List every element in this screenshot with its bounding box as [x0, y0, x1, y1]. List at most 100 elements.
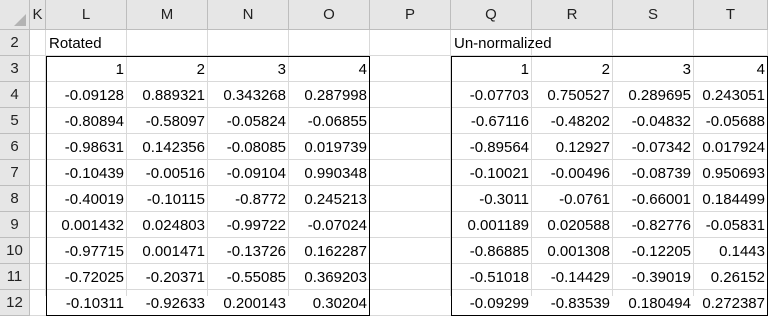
left-block-value-cell[interactable]: -0.10115 — [127, 186, 208, 212]
left-block-value-cell[interactable]: -0.80894 — [46, 108, 127, 134]
column-header-r[interactable]: R — [532, 0, 613, 30]
column-header-o[interactable]: O — [289, 0, 370, 30]
right-block-value-cell[interactable]: 0.184499 — [694, 186, 768, 212]
left-block-value-cell[interactable]: 0.30204 — [289, 290, 370, 316]
right-block-title[interactable]: Un-normalized — [451, 30, 552, 56]
left-block-value-cell[interactable]: 0.343268 — [208, 82, 289, 108]
right-block-value-cell[interactable]: -0.12205 — [613, 238, 694, 264]
left-block-value-cell[interactable]: -0.72025 — [46, 264, 127, 290]
row-header-6[interactable]: 6 — [0, 134, 30, 160]
left-block-value-cell[interactable]: -0.58097 — [127, 108, 208, 134]
right-block-value-cell[interactable]: 0.12927 — [532, 134, 613, 160]
left-block-title[interactable]: Rotated — [46, 30, 127, 56]
right-block-value-cell[interactable]: 0.750527 — [532, 82, 613, 108]
right-block-value-cell[interactable]: 0.017924 — [694, 134, 768, 160]
left-block-value-cell[interactable]: -0.13726 — [208, 238, 289, 264]
left-block-value-cell[interactable]: -0.97715 — [46, 238, 127, 264]
row-header-7[interactable]: 7 — [0, 160, 30, 186]
left-block-value-cell[interactable]: -0.8772 — [208, 186, 289, 212]
left-block-value-cell[interactable]: 0.001471 — [127, 238, 208, 264]
right-block-value-cell[interactable]: 0.26152 — [694, 264, 768, 290]
left-block-value-cell[interactable]: -0.10439 — [46, 160, 127, 186]
left-block-value-cell[interactable]: 0.990348 — [289, 160, 370, 186]
left-block-value-cell[interactable]: -0.05824 — [208, 108, 289, 134]
right-block-value-cell[interactable]: -0.67116 — [451, 108, 532, 134]
left-block-value-cell[interactable]: -0.98631 — [46, 134, 127, 160]
right-block-value-cell[interactable]: -0.08739 — [613, 160, 694, 186]
left-block-value-cell[interactable]: -0.09104 — [208, 160, 289, 186]
right-block-value-cell[interactable]: -0.3011 — [451, 186, 532, 212]
right-block-value-cell[interactable]: -0.07342 — [613, 134, 694, 160]
row-header-4[interactable]: 4 — [0, 82, 30, 108]
right-block-value-cell[interactable]: -0.09299 — [451, 290, 532, 316]
left-block-header[interactable]: 4 — [289, 56, 370, 82]
right-block-header[interactable]: 3 — [613, 56, 694, 82]
right-block-value-cell[interactable]: -0.04832 — [613, 108, 694, 134]
left-block-value-cell[interactable]: -0.07024 — [289, 212, 370, 238]
right-block-value-cell[interactable]: -0.00496 — [532, 160, 613, 186]
row-header-2[interactable]: 2 — [0, 30, 30, 56]
right-block-value-cell[interactable]: -0.86885 — [451, 238, 532, 264]
row-header-5[interactable]: 5 — [0, 108, 30, 134]
right-block-value-cell[interactable]: -0.82776 — [613, 212, 694, 238]
right-block-value-cell[interactable]: 0.180494 — [613, 290, 694, 316]
right-block-value-cell[interactable]: -0.51018 — [451, 264, 532, 290]
left-block-value-cell[interactable]: 0.162287 — [289, 238, 370, 264]
right-block-value-cell[interactable]: 0.001308 — [532, 238, 613, 264]
right-block-value-cell[interactable]: 0.289695 — [613, 82, 694, 108]
left-block-value-cell[interactable]: 0.889321 — [127, 82, 208, 108]
column-header-n[interactable]: N — [208, 0, 289, 30]
right-block-header[interactable]: 4 — [694, 56, 768, 82]
select-all-corner[interactable] — [0, 0, 30, 30]
left-block-value-cell[interactable]: -0.55085 — [208, 264, 289, 290]
right-block-header[interactable]: 1 — [451, 56, 532, 82]
left-block-value-cell[interactable]: -0.92633 — [127, 290, 208, 316]
left-block-value-cell[interactable]: 0.142356 — [127, 134, 208, 160]
left-block-value-cell[interactable]: -0.09128 — [46, 82, 127, 108]
left-block-value-cell[interactable]: 0.200143 — [208, 290, 289, 316]
column-header-l[interactable]: L — [46, 0, 127, 30]
left-block-header[interactable]: 1 — [46, 56, 127, 82]
left-block-value-cell[interactable]: -0.99722 — [208, 212, 289, 238]
right-block-value-cell[interactable]: -0.10021 — [451, 160, 532, 186]
right-block-value-cell[interactable]: -0.48202 — [532, 108, 613, 134]
right-block-value-cell[interactable]: -0.07703 — [451, 82, 532, 108]
left-block-value-cell[interactable]: 0.001432 — [46, 212, 127, 238]
right-block-value-cell[interactable]: 0.020588 — [532, 212, 613, 238]
column-header-p[interactable]: P — [370, 0, 451, 30]
right-block-value-cell[interactable]: 0.1443 — [694, 238, 768, 264]
row-header-11[interactable]: 11 — [0, 264, 30, 290]
right-block-header[interactable]: 2 — [532, 56, 613, 82]
row-header-3[interactable]: 3 — [0, 56, 30, 82]
left-block-value-cell[interactable]: -0.20371 — [127, 264, 208, 290]
left-block-value-cell[interactable]: -0.10311 — [46, 290, 127, 316]
right-block-value-cell[interactable]: 0.272387 — [694, 290, 768, 316]
left-block-value-cell[interactable]: -0.00516 — [127, 160, 208, 186]
right-block-value-cell[interactable]: -0.14429 — [532, 264, 613, 290]
left-block-value-cell[interactable]: -0.08085 — [208, 134, 289, 160]
column-header-m[interactable]: M — [127, 0, 208, 30]
right-block-value-cell[interactable]: -0.89564 — [451, 134, 532, 160]
left-block-header[interactable]: 2 — [127, 56, 208, 82]
column-header-t[interactable]: T — [694, 0, 768, 30]
left-block-value-cell[interactable]: 0.369203 — [289, 264, 370, 290]
right-block-value-cell[interactable]: -0.05688 — [694, 108, 768, 134]
row-header-9[interactable]: 9 — [0, 212, 30, 238]
right-block-value-cell[interactable]: 0.243051 — [694, 82, 768, 108]
column-header-q[interactable]: Q — [451, 0, 532, 30]
right-block-value-cell[interactable]: -0.05831 — [694, 212, 768, 238]
row-header-8[interactable]: 8 — [0, 186, 30, 212]
column-header-s[interactable]: S — [613, 0, 694, 30]
right-block-value-cell[interactable]: 0.950693 — [694, 160, 768, 186]
row-header-12[interactable]: 12 — [0, 290, 30, 316]
column-header-k[interactable]: K — [30, 0, 46, 30]
left-block-value-cell[interactable]: -0.40019 — [46, 186, 127, 212]
right-block-value-cell[interactable]: -0.83539 — [532, 290, 613, 316]
left-block-value-cell[interactable]: 0.245213 — [289, 186, 370, 212]
left-block-value-cell[interactable]: 0.019739 — [289, 134, 370, 160]
right-block-value-cell[interactable]: 0.001189 — [451, 212, 532, 238]
right-block-value-cell[interactable]: -0.66001 — [613, 186, 694, 212]
right-block-value-cell[interactable]: -0.39019 — [613, 264, 694, 290]
left-block-value-cell[interactable]: -0.06855 — [289, 108, 370, 134]
left-block-header[interactable]: 3 — [208, 56, 289, 82]
